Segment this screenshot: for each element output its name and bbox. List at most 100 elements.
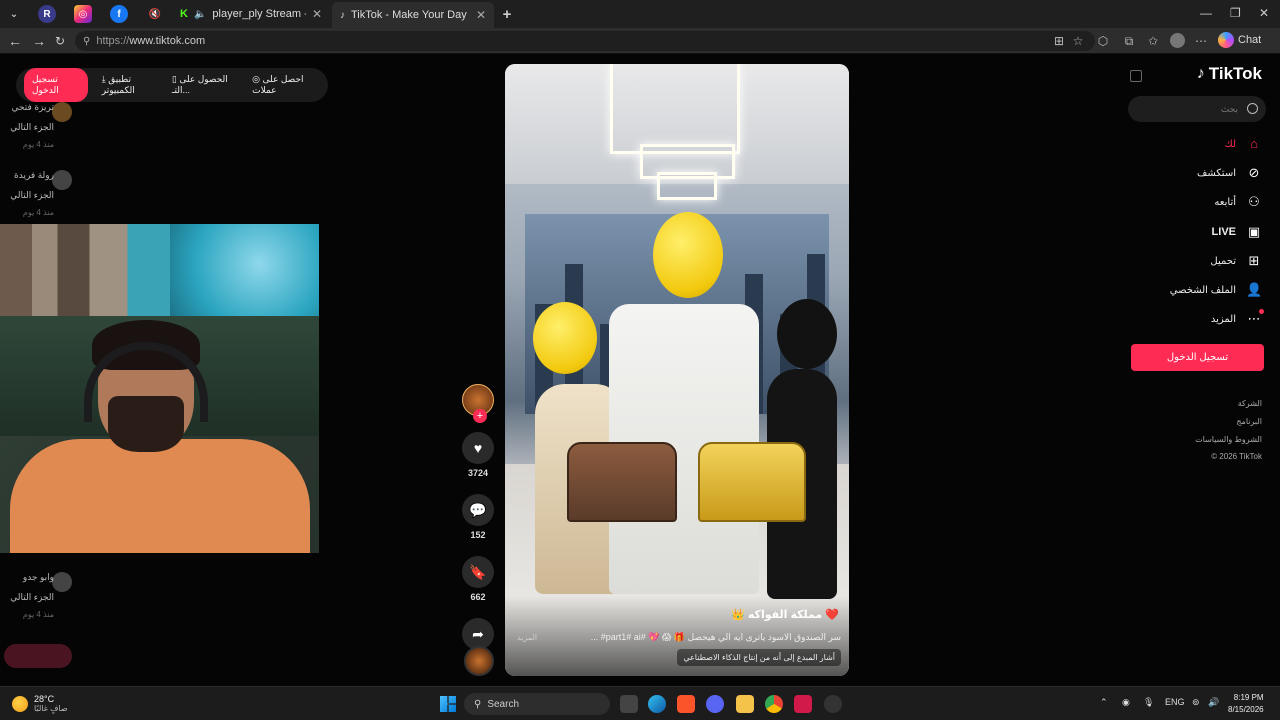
tray-chevron-icon[interactable]: ⌃: [1100, 697, 1108, 708]
discord-icon[interactable]: [706, 695, 724, 713]
bookmark-button[interactable]: 🔖: [462, 556, 494, 588]
microphone-icon[interactable]: 🎙: [1143, 697, 1154, 708]
search-icon[interactable]: [1247, 103, 1258, 114]
coin-icon: ◎: [252, 74, 260, 84]
favorite-star-icon[interactable]: ☆: [1071, 34, 1085, 48]
volume-icon[interactable]: 🔊: [1208, 697, 1219, 708]
url-scheme: https://: [96, 35, 130, 47]
tab-list-icon[interactable]: ⌄: [5, 5, 23, 23]
follow-plus-icon[interactable]: +: [473, 409, 487, 423]
taskbar-search-label: Search: [487, 698, 520, 710]
split-screen-icon[interactable]: ⧉: [1122, 34, 1136, 48]
avatar: [52, 102, 72, 122]
profile-avatar-icon[interactable]: [1170, 33, 1185, 48]
forward-icon[interactable]: →: [32, 33, 46, 49]
footer-company-link[interactable]: الشركة: [1238, 399, 1262, 408]
get-coins-link[interactable]: ◎ احصل على عملات: [252, 74, 320, 96]
sidebar-item-label: LIVE: [1211, 226, 1236, 238]
taskbar-clock[interactable]: 8:19 PM 8/15/2026: [1228, 692, 1264, 716]
comment-author: تريزة فتحي: [11, 102, 55, 112]
lemon-man-head: [653, 212, 723, 298]
tab-label: TikTok - Make Your Day: [351, 9, 467, 21]
get-app-label: الحصول على التـ...: [171, 74, 228, 95]
favorites-icon[interactable]: ✩: [1146, 34, 1160, 48]
speaker-icon: 🔈: [193, 8, 207, 20]
app-available-icon[interactable]: ⊞: [1052, 34, 1066, 48]
search-input[interactable]: بحث: [1128, 96, 1266, 122]
windows-start-icon[interactable]: [440, 696, 456, 712]
sidebar-item-following[interactable]: أتابعه ⚇: [1214, 194, 1262, 210]
get-app-link[interactable]: ▯ الحصول على التـ...: [172, 74, 238, 96]
list-item: تريزة فتحي الجزء التالي منذ 4 يوم: [0, 102, 54, 149]
pinned-tab-icon[interactable]: R: [38, 5, 56, 23]
site-info-icon[interactable]: ⚲: [83, 36, 90, 47]
close-tab-icon[interactable]: ✕: [476, 8, 486, 22]
avatar: [52, 572, 72, 592]
more-link[interactable]: المزيد: [517, 633, 537, 642]
desktop-app-link[interactable]: ⤓ تطبيق الكمبيوتر: [102, 74, 158, 96]
sidebar-item-live[interactable]: LIVE ▣: [1212, 224, 1262, 240]
chrome-icon[interactable]: [765, 695, 783, 713]
task-view-icon[interactable]: [620, 695, 638, 713]
close-window-icon[interactable]: ✕: [1259, 6, 1269, 20]
sidebar-item-label: المزيد: [1210, 313, 1236, 325]
wifi-icon[interactable]: ⊚: [1192, 697, 1200, 708]
upload-icon: ⊞: [1248, 253, 1260, 268]
instagram-icon[interactable]: ◎: [74, 5, 92, 23]
collapse-sidebar-icon[interactable]: [1130, 70, 1142, 82]
bookmark-icon: 🔖: [469, 563, 487, 580]
new-tab-icon[interactable]: +: [498, 5, 516, 23]
facebook-icon[interactable]: f: [110, 5, 128, 23]
sidebar-item-profile[interactable]: الملف الشخصي 👤: [1170, 282, 1262, 298]
sidebar-item-upload[interactable]: تحميل ⊞: [1210, 253, 1262, 269]
more-menu-icon[interactable]: ⋯: [1194, 34, 1208, 48]
like-button[interactable]: ♥: [462, 432, 494, 464]
edge-icon[interactable]: [648, 695, 666, 713]
music-disc-icon[interactable]: [464, 646, 494, 676]
tab-kick[interactable]: K 🔈 player_ply Stream - Watch Live ✕: [172, 2, 330, 26]
file-explorer-icon[interactable]: [736, 695, 754, 713]
footer-copyright: © 2026 TikTok: [1211, 452, 1262, 461]
creator-avatar[interactable]: +: [462, 384, 494, 423]
sidebar-item-label: الملف الشخصي: [1169, 284, 1236, 296]
muted-icon[interactable]: 🔇: [146, 5, 164, 23]
reload-icon[interactable]: ↻: [55, 33, 65, 49]
restore-icon[interactable]: ❐: [1230, 6, 1241, 20]
dimmed-login-button[interactable]: [4, 644, 72, 668]
footer-program-link[interactable]: البرنامج: [1236, 417, 1262, 426]
back-icon[interactable]: ←: [8, 33, 22, 49]
list-item: رولة فريدة الجزء التالي منذ 4 يوم: [0, 170, 54, 217]
screen: ⌄ R ◎ f 🔇 K 🔈 player_ply Stream - Watch …: [0, 0, 1280, 720]
avatar: [52, 170, 72, 190]
address-bar[interactable]: ⚲ https://www.tiktok.com: [75, 31, 1095, 51]
streaming-app-icon[interactable]: [794, 695, 812, 713]
close-tab-icon[interactable]: ✕: [312, 7, 322, 21]
sidebar: ♪ TikTok بحث لك ⌂ استكشف ⊘ أتابعه ⚇ LIVE: [1120, 54, 1280, 686]
top-login-button[interactable]: تسجيل الدخول: [23, 68, 88, 102]
sidebar-item-more[interactable]: المزيد ⋯: [1210, 309, 1264, 327]
copilot-chat-button[interactable]: Chat: [1218, 32, 1261, 48]
extensions-icon[interactable]: ⬡: [1096, 34, 1110, 48]
brave-icon[interactable]: [677, 695, 695, 713]
tiktok-logo[interactable]: ♪ TikTok: [1197, 64, 1262, 84]
sidebar-item-explore[interactable]: استكشف ⊘: [1197, 165, 1262, 181]
minimize-icon[interactable]: —: [1200, 6, 1212, 20]
footer-terms-link[interactable]: الشروط والسياسات: [1195, 435, 1262, 444]
sidebar-login-button[interactable]: تسجيل الدخول: [1131, 344, 1264, 371]
taskbar-search[interactable]: ⚲ Search: [464, 693, 610, 715]
video-player[interactable]: ❤️ مملكة الفواكه 👑 سر الصندوق الاسود يات…: [505, 64, 849, 676]
tab-tiktok[interactable]: ♪ TikTok - Make Your Day ✕: [332, 2, 494, 28]
tray-discord-icon[interactable]: ◉: [1122, 697, 1130, 708]
sidebar-item-foryou[interactable]: لك ⌂: [1225, 136, 1262, 152]
rusty-chest: [567, 442, 677, 522]
author-name: مملكة الفواكه: [747, 609, 823, 621]
comment-button[interactable]: 💬: [462, 494, 494, 526]
video-author[interactable]: ❤️ مملكة الفواكه 👑: [731, 608, 839, 621]
dark-woman-head: [777, 299, 837, 369]
obs-icon[interactable]: [824, 695, 842, 713]
browser-tab-bar: ⌄ R ◎ f 🔇 K 🔈 player_ply Stream - Watch …: [0, 0, 1280, 28]
weather-widget[interactable]: 28°C صافٍ غالبًا: [12, 694, 68, 713]
profile-icon: 👤: [1246, 282, 1263, 297]
input-language[interactable]: ENG: [1165, 697, 1185, 707]
weather-temp: 28°C: [34, 694, 55, 704]
